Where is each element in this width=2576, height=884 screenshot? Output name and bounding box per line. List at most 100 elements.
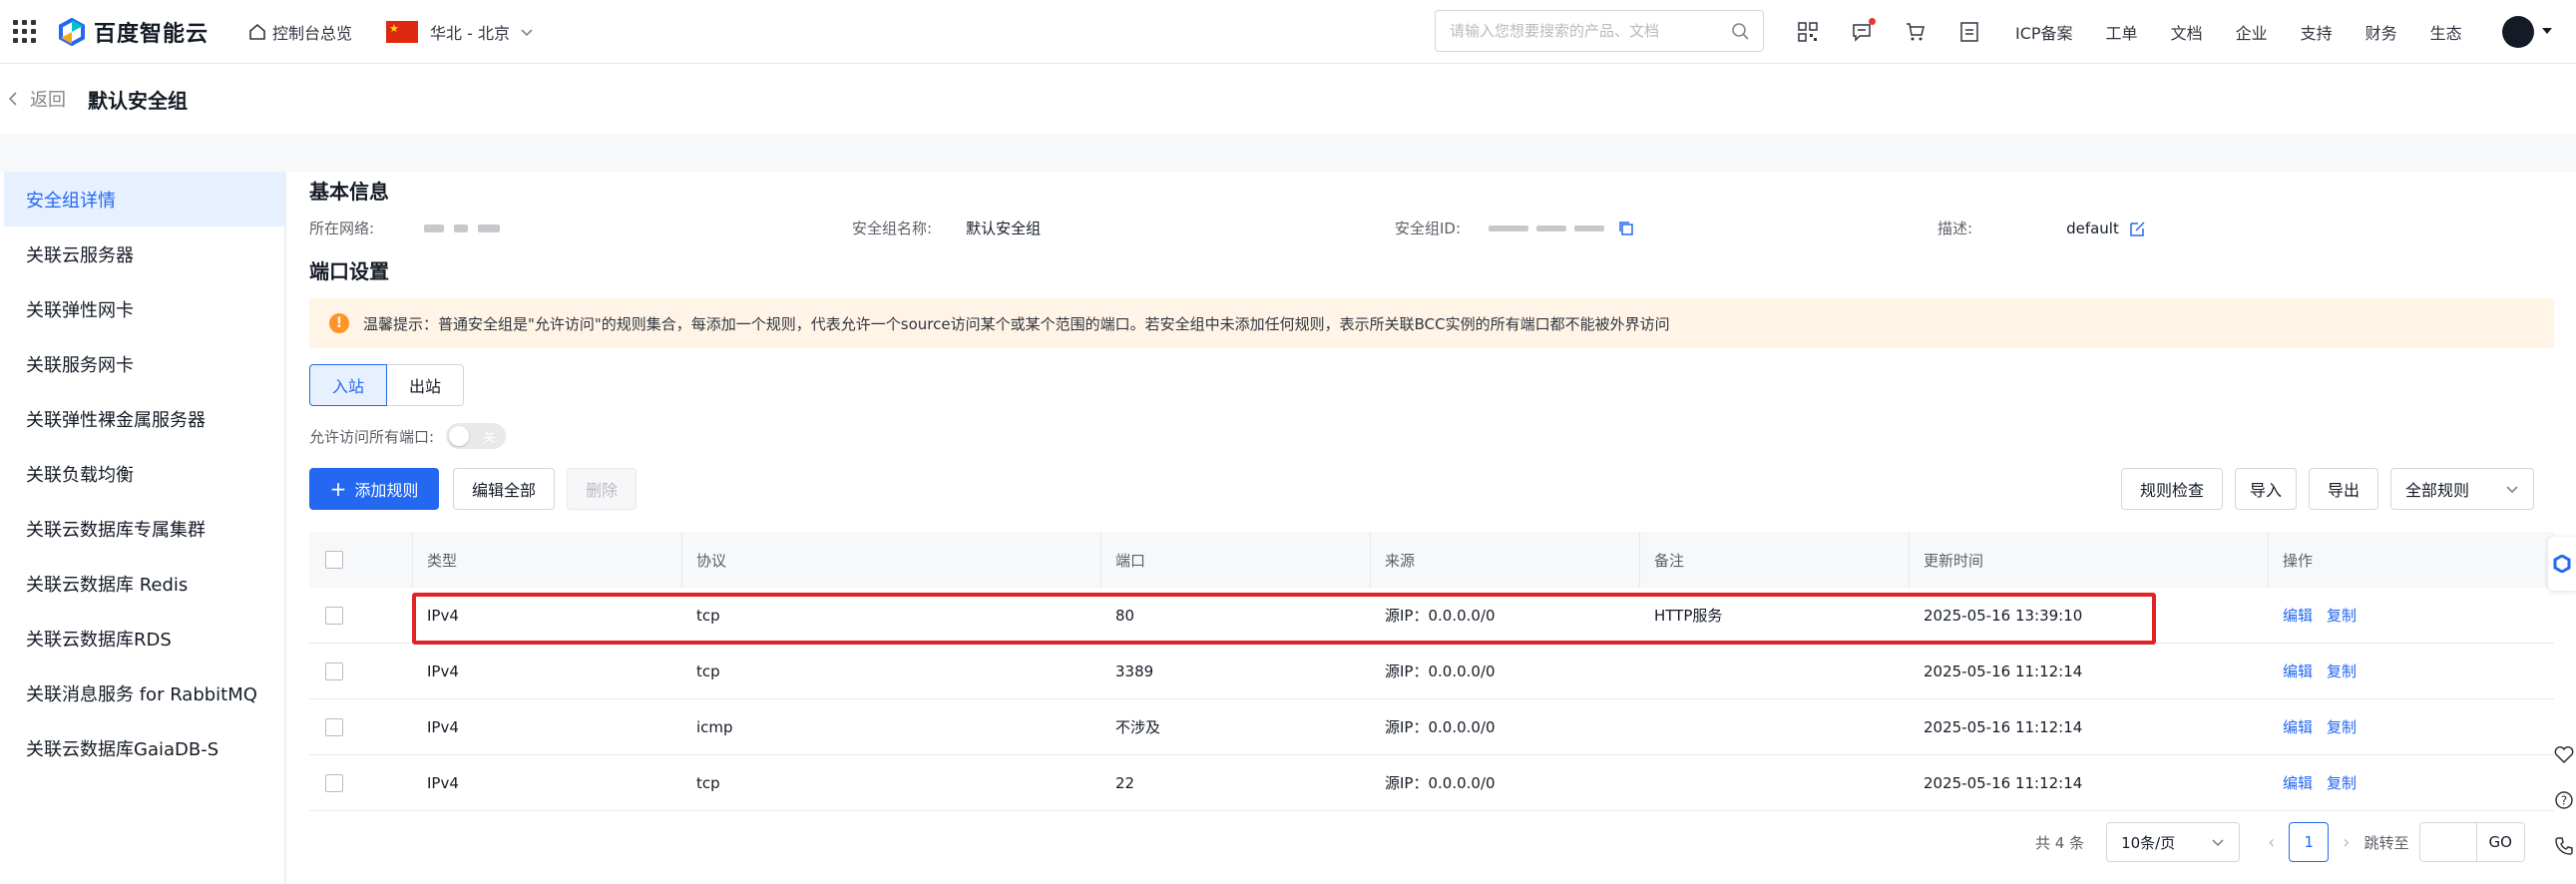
allow-all-ports-row: 允许访问所有端口: 关 (309, 423, 507, 449)
col-source: 来源 (1385, 551, 1416, 570)
sidebar-item-eni[interactable]: 关联弹性网卡 (0, 281, 284, 336)
tab-outbound[interactable]: 出站 (387, 364, 465, 406)
back-button[interactable]: 返回 (8, 86, 66, 112)
row-checkbox[interactable] (325, 717, 343, 736)
avatar[interactable] (2502, 16, 2534, 48)
row-protocol: tcp (696, 662, 720, 680)
add-rule-button[interactable]: + 添加规则 (309, 468, 439, 510)
sg-name-label: 安全组名称: (852, 220, 933, 237)
qrcode-icon[interactable] (1796, 20, 1820, 44)
row-port: 80 (1115, 606, 1135, 625)
rule-check-button[interactable]: 规则检查 (2121, 468, 2223, 510)
sidebar-item-db-cluster[interactable]: 关联云数据库专属集群 (0, 501, 284, 556)
row-copy-link[interactable]: 复制 (2327, 661, 2357, 681)
region-selector[interactable]: 华北 - 北京 (386, 20, 534, 44)
row-updated: 2025-05-16 11:12:14 (1924, 773, 2083, 792)
sidebar-item-bbc[interactable]: 关联弹性裸金属服务器 (0, 391, 284, 446)
caret-down-icon[interactable] (2542, 28, 2552, 34)
import-button[interactable]: 导入 (2235, 468, 2297, 510)
row-copy-link[interactable]: 复制 (2327, 716, 2357, 737)
cart-icon[interactable] (1904, 20, 1928, 44)
china-flag-icon (386, 20, 419, 43)
rules-table: 类型 协议 端口 来源 备注 更新时间 操作 IPv4 tcp 80 源IP：0… (309, 532, 2554, 811)
page-size-select[interactable]: 10条/页 (2106, 822, 2241, 862)
row-checkbox[interactable] (325, 773, 343, 792)
document-icon[interactable] (1957, 20, 1981, 44)
prev-page-icon[interactable]: ‹ (2268, 832, 2275, 853)
row-copy-link[interactable]: 复制 (2327, 772, 2357, 793)
main-content: 基本信息 所在网络: 安全组名称: 默认安全组 安全组ID: 描述: defau… (287, 172, 2576, 884)
heart-icon[interactable] (2554, 746, 2574, 764)
row-type: IPv4 (427, 773, 459, 792)
row-port: 不涉及 (1115, 718, 1161, 736)
nav-link-docs[interactable]: 文档 (2171, 20, 2203, 44)
brand-name: 百度智能云 (94, 21, 210, 47)
page-title: 默认安全组 (88, 88, 188, 113)
col-port: 端口 (1115, 551, 1146, 570)
edit-all-button[interactable]: 编辑全部 (453, 468, 555, 510)
table-row: IPv4 icmp 不涉及 源IP：0.0.0.0/0 2025-05-16 1… (309, 699, 2554, 755)
rule-filter-select[interactable]: 全部规则 (2390, 468, 2534, 510)
rule-filter-value: 全部规则 (2405, 481, 2470, 500)
console-home-label: 控制台总览 (272, 23, 353, 43)
svg-text:?: ? (2561, 794, 2567, 808)
go-button[interactable]: GO (2476, 822, 2525, 862)
row-protocol: icmp (696, 717, 733, 736)
nav-link-icp[interactable]: ICP备案 (2015, 20, 2073, 44)
sidebar: 安全组详情 关联云服务器 关联弹性网卡 关联服务网卡 关联弹性裸金属服务器 关联… (0, 172, 285, 884)
row-edit-link[interactable]: 编辑 (2283, 661, 2313, 681)
row-checkbox[interactable] (325, 606, 343, 625)
sidebar-item-rds[interactable]: 关联云数据库RDS (0, 611, 284, 665)
nav-link-ecosystem[interactable]: 生态 (2430, 20, 2462, 44)
global-search[interactable] (1435, 10, 1764, 52)
row-copy-link[interactable]: 复制 (2327, 605, 2357, 626)
jump-page-input[interactable] (2418, 822, 2477, 862)
notice-banner: ! 温馨提示：普通安全组是"允许访问"的规则集合，每添加一个规则，代表允许一个s… (309, 298, 2554, 348)
nav-link-finance[interactable]: 财务 (2365, 20, 2397, 44)
direction-tabs: 入站 出站 (309, 364, 465, 406)
pagination-total: 共 4 条 (2035, 833, 2085, 852)
nav-link-ticket[interactable]: 工单 (2106, 20, 2138, 44)
allow-all-ports-switch[interactable]: 关 (446, 423, 507, 449)
export-button[interactable]: 导出 (2309, 468, 2378, 510)
row-type: IPv4 (427, 717, 459, 736)
port-settings-title: 端口设置 (309, 259, 389, 283)
desc-label: 描述: (1937, 220, 1973, 237)
sidebar-item-gaiadb[interactable]: 关联云数据库GaiaDB-S (0, 720, 284, 775)
sg-id-info: 安全组ID: (1395, 218, 1634, 238)
row-edit-link[interactable]: 编辑 (2283, 772, 2313, 793)
network-label: 所在网络: (309, 220, 375, 237)
floating-assistant-button[interactable] (2548, 537, 2576, 591)
search-icon[interactable] (1731, 22, 1749, 40)
row-checkbox[interactable] (325, 662, 343, 680)
sidebar-item-blb[interactable]: 关联负载均衡 (0, 446, 284, 501)
help-icon[interactable]: ? (2554, 790, 2574, 810)
nav-link-enterprise[interactable]: 企业 (2236, 20, 2268, 44)
brand-logo[interactable]: 百度智能云 (58, 16, 209, 48)
message-icon[interactable] (1850, 18, 1876, 44)
sidebar-item-rabbitmq[interactable]: 关联消息服务 for RabbitMQ (0, 665, 284, 720)
sidebar-item-bcc[interactable]: 关联云服务器 (0, 226, 284, 281)
nav-link-support[interactable]: 支持 (2301, 20, 2333, 44)
select-all-checkbox[interactable] (325, 551, 343, 569)
console-home-link[interactable]: 控制台总览 (248, 20, 352, 44)
phone-icon[interactable] (2554, 836, 2574, 856)
notice-text: 温馨提示：普通安全组是"允许访问"的规则集合，每添加一个规则，代表允许一个sou… (363, 314, 1670, 333)
copy-icon[interactable] (1618, 221, 1634, 236)
row-edit-link[interactable]: 编辑 (2283, 716, 2313, 737)
page-size-value: 10条/页 (2121, 833, 2176, 852)
row-edit-link[interactable]: 编辑 (2283, 605, 2313, 626)
apps-grid-icon[interactable] (4, 12, 44, 52)
sidebar-item-service-nic[interactable]: 关联服务网卡 (0, 336, 284, 391)
next-page-icon[interactable]: › (2343, 832, 2350, 853)
tab-inbound[interactable]: 入站 (309, 364, 388, 406)
delete-button[interactable]: 删除 (567, 468, 637, 510)
region-label: 华北 - 北京 (430, 23, 510, 43)
baidu-cloud-logo-icon (59, 17, 85, 46)
sidebar-item-details[interactable]: 安全组详情 (4, 172, 284, 226)
sidebar-item-redis[interactable]: 关联云数据库 Redis (0, 556, 284, 611)
page-number-current[interactable]: 1 (2289, 822, 2330, 862)
edit-icon[interactable] (2129, 220, 2147, 237)
row-source: 源IP：0.0.0.0/0 (1385, 774, 1496, 792)
search-input[interactable] (1450, 22, 1731, 40)
